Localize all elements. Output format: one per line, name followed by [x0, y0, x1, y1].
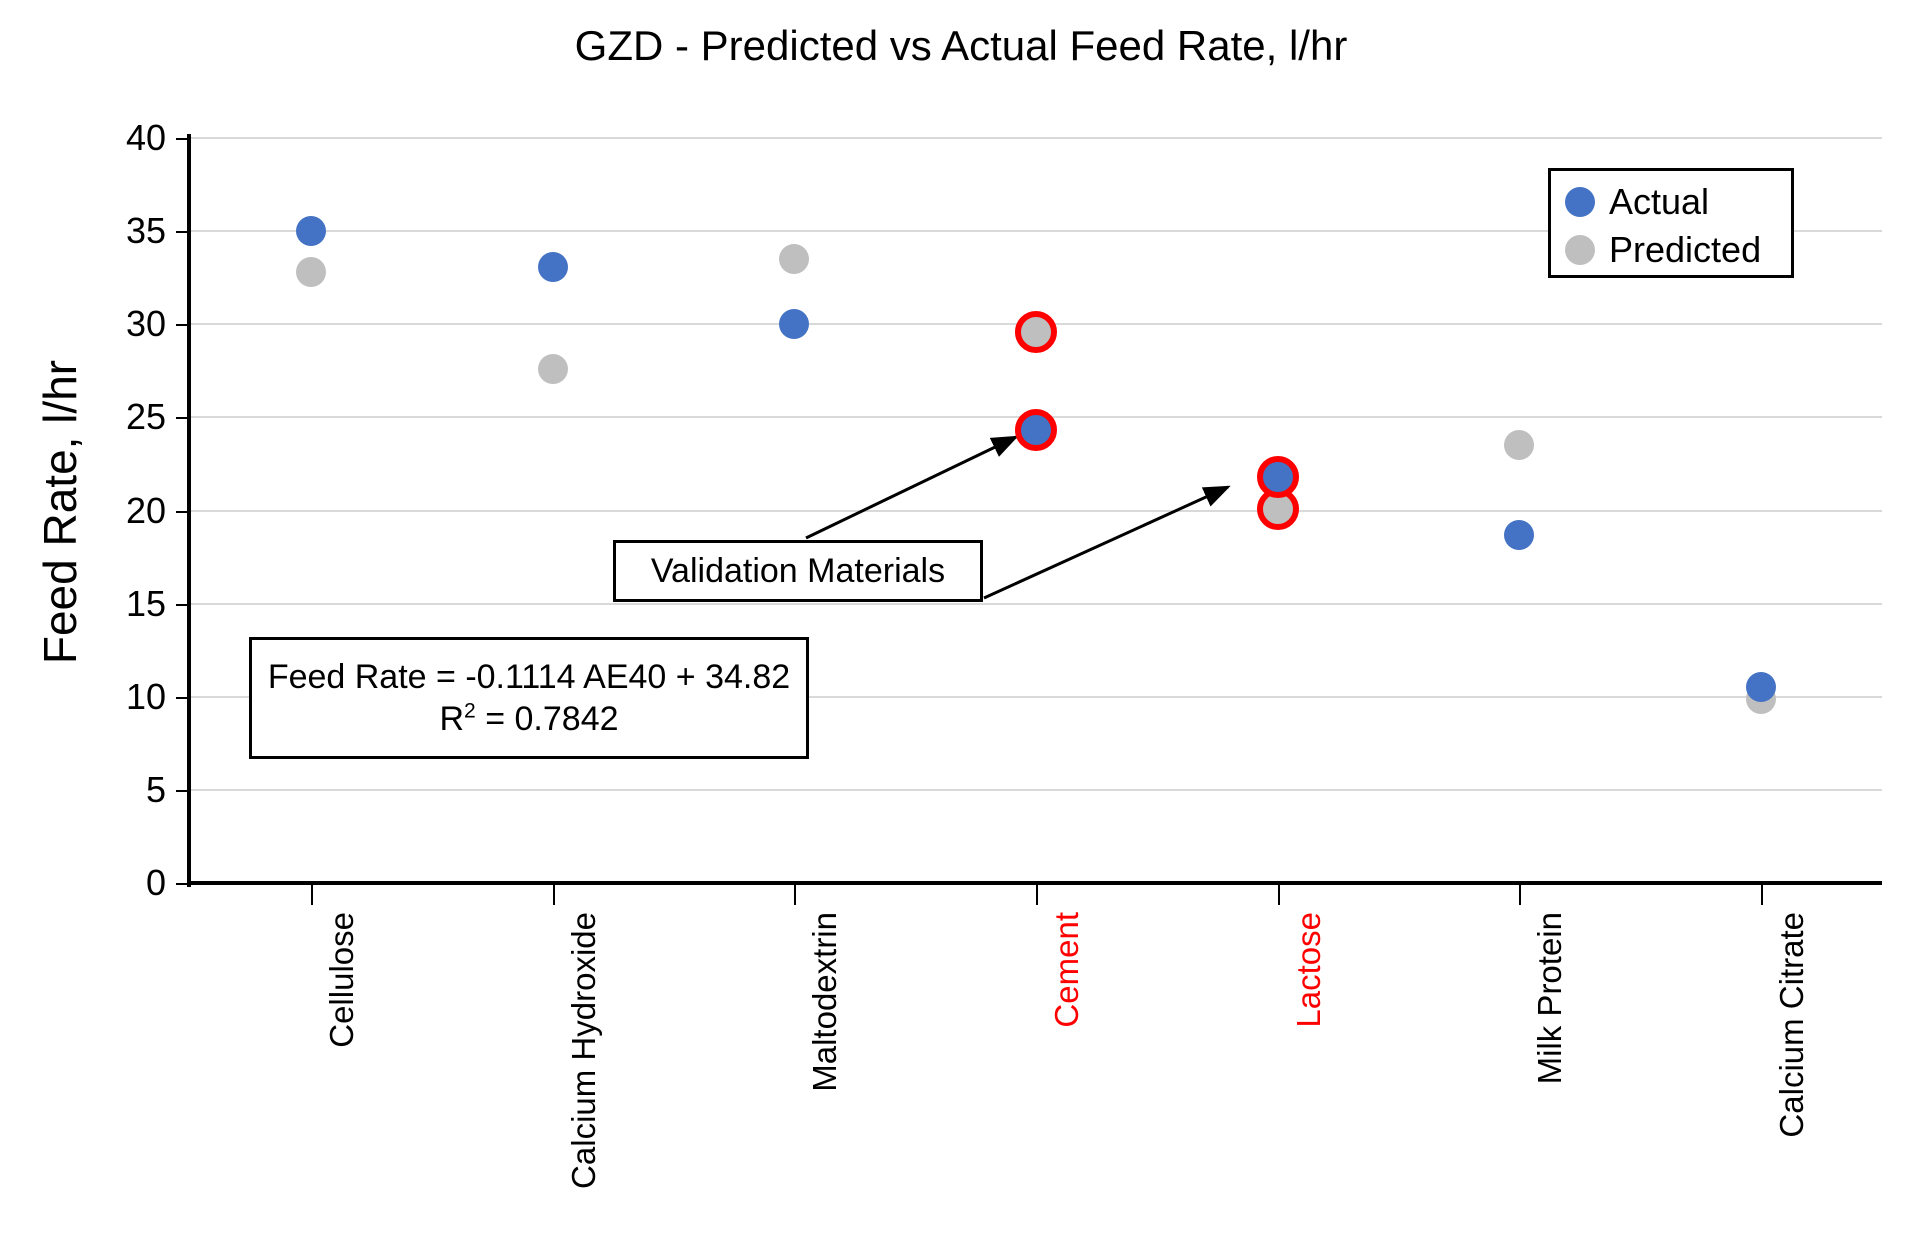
- equation-annotation-box: Feed Rate = -0.1114 AE40 + 34.82 R2 = 0.…: [249, 637, 809, 759]
- x-axis-category-label: Milk Protein: [1531, 912, 1569, 1085]
- x-axis-category-label: Calcium Citrate: [1773, 912, 1811, 1138]
- data-point-marker[interactable]: [537, 353, 568, 384]
- y-axis-tick-mark: [176, 789, 188, 792]
- data-point-marker[interactable]: [1256, 455, 1299, 498]
- r-squared-value: R2 = 0.7842: [439, 698, 618, 741]
- y-axis-tick-mark: [176, 883, 188, 885]
- y-axis-tick-label: 30: [125, 303, 166, 345]
- x-axis-category-label: Maltodextrin: [806, 912, 844, 1092]
- x-axis-tick-mark: [1519, 885, 1522, 905]
- x-axis-line: [187, 881, 1882, 885]
- y-axis-tick-label: 20: [125, 489, 166, 531]
- legend-swatch-predicted: [1565, 235, 1595, 265]
- y-axis-tick-mark: [176, 138, 188, 140]
- legend-swatch-actual: [1565, 187, 1595, 217]
- chart-title: GZD - Predicted vs Actual Feed Rate, l/h…: [574, 22, 1348, 69]
- data-point-marker[interactable]: [295, 216, 326, 247]
- legend-label-actual: Actual: [1609, 181, 1710, 222]
- y-axis-tick-label: 35: [125, 210, 166, 252]
- x-axis-tick-mark: [552, 885, 555, 905]
- gridline: [190, 788, 1882, 791]
- r-squared-number: = 0.7842: [475, 700, 619, 738]
- x-axis-category-label: Cement: [1048, 912, 1085, 1028]
- data-point-marker[interactable]: [779, 309, 810, 340]
- y-axis-tick-label: 5: [145, 768, 166, 810]
- data-point-marker[interactable]: [537, 251, 568, 282]
- y-axis-tick-label: 40: [125, 117, 166, 158]
- y-axis-tick-mark: [176, 696, 188, 699]
- data-point-marker[interactable]: [779, 244, 810, 275]
- x-axis-category-label: Calcium Hydroxide: [564, 912, 602, 1189]
- x-axis-tick-mark: [794, 885, 797, 905]
- x-axis-category-label: Cellulose: [322, 912, 360, 1048]
- x-axis-tick-mark: [1761, 885, 1764, 905]
- y-axis-tick-label: 10: [125, 675, 166, 717]
- chart-container: GZD - Predicted vs Actual Feed Rate, l/h…: [0, 0, 1922, 1234]
- legend-item-actual[interactable]: Actual: [1565, 181, 1709, 223]
- data-point-marker[interactable]: [1504, 519, 1535, 550]
- y-axis-tick-label: 25: [125, 396, 166, 438]
- data-point-marker[interactable]: [1015, 310, 1057, 353]
- validation-materials-callout: Validation Materials: [613, 540, 983, 602]
- y-axis-tick-mark: [176, 231, 188, 234]
- y-axis-tick-label: 0: [145, 862, 166, 903]
- x-axis-category-label: Lactose: [1289, 912, 1327, 1028]
- data-point-marker[interactable]: [1504, 430, 1535, 461]
- chart-legend: Actual Predicted: [1548, 168, 1794, 278]
- r-squared-prefix: R: [439, 700, 465, 738]
- y-axis-title: Feed Rate, l/hr: [34, 359, 86, 665]
- legend-label-predicted: Predicted: [1609, 229, 1762, 270]
- x-axis-tick-mark: [1277, 885, 1280, 905]
- y-axis-tick-label: 15: [125, 582, 166, 624]
- y-axis-tick-mark: [176, 324, 188, 327]
- gridline: [190, 137, 1882, 139]
- gridline: [190, 602, 1882, 605]
- y-axis-tick-mark: [176, 417, 188, 420]
- y-axis-tick-mark: [176, 603, 188, 606]
- x-axis-tick-mark: [1036, 885, 1038, 905]
- gridline: [190, 509, 1882, 512]
- r-squared-exponent: 2: [464, 699, 476, 723]
- legend-item-predicted[interactable]: Predicted: [1565, 229, 1761, 271]
- y-axis-tick-mark: [176, 510, 188, 513]
- validation-materials-label: Validation Materials: [650, 551, 946, 590]
- data-point-marker[interactable]: [1015, 409, 1057, 452]
- x-axis-tick-mark: [310, 885, 313, 905]
- data-point-marker[interactable]: [295, 257, 326, 288]
- regression-equation: Feed Rate = -0.1114 AE40 + 34.82: [267, 657, 791, 696]
- data-point-marker[interactable]: [1746, 672, 1777, 703]
